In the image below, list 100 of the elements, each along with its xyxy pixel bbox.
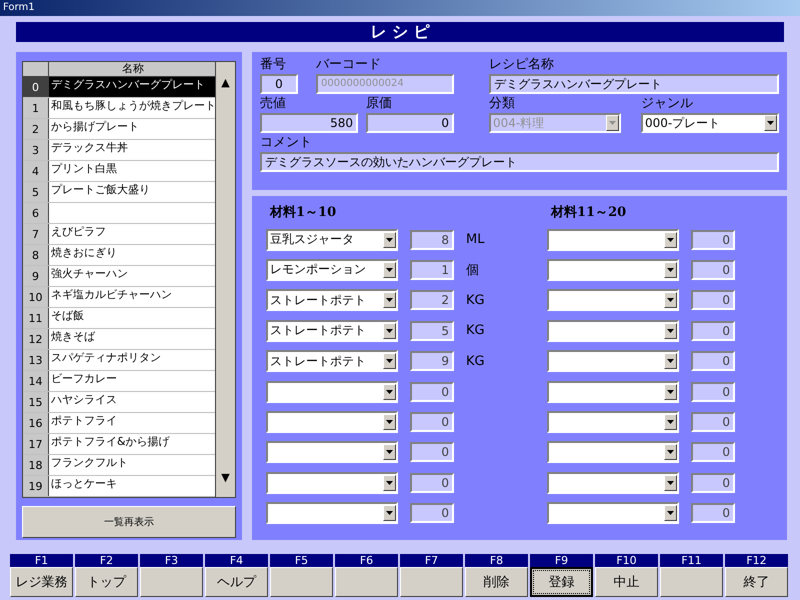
quantity-field[interactable]: 9 <box>410 351 454 372</box>
quantity-field[interactable]: 0 <box>691 351 735 372</box>
row-number: 13 <box>23 350 49 370</box>
row-name: デラックス牛丼 <box>50 140 129 156</box>
header-title: レ シ ピ <box>370 22 430 41</box>
unit-label: KG <box>466 323 486 338</box>
genre-dropdown[interactable]: 000-プレート <box>641 113 779 133</box>
list-row[interactable]: 18 フランクフルト <box>23 455 215 476</box>
material-dropdown[interactable]: ストレートポテト <box>266 289 398 312</box>
caret-icon <box>667 450 674 454</box>
list-row[interactable]: 17 ポテトフライ&から揚げ <box>23 434 215 455</box>
quantity-field[interactable]: 0 <box>410 382 454 402</box>
function-button[interactable]: トップ <box>75 567 138 597</box>
material-dropdown[interactable]: ストレートポテト <box>266 350 398 372</box>
comment-field[interactable]: デミグラスソースの効いたハンバーグプレート <box>260 152 779 172</box>
quantity-field[interactable]: 0 <box>410 412 454 432</box>
materials-heading: 材料1～10 <box>270 204 338 222</box>
material-dropdown[interactable] <box>547 228 679 251</box>
field-label: ジャンル <box>641 95 694 113</box>
price-field[interactable]: 580 <box>260 113 358 133</box>
list-row[interactable]: 16 ポテトフライ <box>23 413 215 434</box>
number-field[interactable]: 0 <box>260 74 298 94</box>
quantity-field[interactable]: 5 <box>410 320 454 341</box>
material-dropdown[interactable] <box>547 502 679 524</box>
list-row[interactable]: 6 <box>23 203 215 224</box>
row-number: 1 <box>23 98 49 118</box>
function-button[interactable]: レジ業務 <box>10 567 73 597</box>
list-row[interactable]: 3 デラックス牛丼 <box>23 140 215 161</box>
field-label: レシピ名称 <box>489 56 555 74</box>
cost-field[interactable]: 0 <box>366 113 454 133</box>
field-label: 分類 <box>489 95 516 113</box>
list-row[interactable]: 10 ネギ塩カルビチャーハン <box>23 287 215 308</box>
quantity-field[interactable]: 0 <box>410 472 454 493</box>
material-dropdown[interactable] <box>266 410 398 433</box>
quantity-field[interactable]: 0 <box>410 442 454 462</box>
material-dropdown[interactable] <box>547 410 679 433</box>
recipe-name-field[interactable]: デミグラスハンバーグプレート <box>489 74 779 94</box>
row-name: 強火チャーハン <box>50 266 129 282</box>
row-number: 10 <box>23 287 49 307</box>
quantity-field[interactable]: 2 <box>410 290 454 310</box>
unit-label: ML <box>466 232 486 248</box>
list-row[interactable]: 14 ビーフカレー <box>23 371 215 392</box>
list-row[interactable]: 7 えびピラフ <box>23 224 215 245</box>
material-dropdown[interactable] <box>547 441 679 464</box>
list-row[interactable]: 11 そば飯 <box>23 308 215 329</box>
function-button[interactable] <box>660 567 723 597</box>
caret-icon <box>386 359 393 364</box>
list-row[interactable]: 9 強火チャーハン <box>23 266 215 287</box>
quantity-field[interactable]: 0 <box>691 382 735 402</box>
function-button[interactable]: 終了 <box>725 567 788 597</box>
quantity-field[interactable]: 0 <box>691 230 735 250</box>
material-dropdown[interactable] <box>547 472 679 494</box>
function-button[interactable] <box>270 567 333 597</box>
function-button[interactable] <box>140 567 203 597</box>
quantity-field[interactable]: 0 <box>691 503 735 524</box>
material-dropdown[interactable] <box>547 320 679 342</box>
list-row[interactable]: 12 焼きそば <box>23 329 215 350</box>
quantity-field[interactable]: 0 <box>691 320 735 341</box>
quantity-field[interactable]: 8 <box>410 230 454 250</box>
quantity-field[interactable]: 0 <box>691 290 735 310</box>
material-dropdown[interactable] <box>266 502 398 524</box>
function-button[interactable]: 中止 <box>595 567 658 597</box>
list-row[interactable]: 13 スパゲティナポリタン <box>23 350 215 371</box>
material-dropdown[interactable]: レモンポーション <box>266 258 398 281</box>
quantity-field[interactable]: 0 <box>691 442 735 462</box>
field-label: コメント <box>260 134 313 152</box>
refresh-list-button[interactable]: 一覧再表示 <box>22 506 236 538</box>
quantity-field[interactable]: 1 <box>410 260 454 280</box>
scrollbar[interactable]: ▲ ▼ <box>215 62 235 497</box>
scroll-up-button[interactable]: ▲ <box>221 76 230 90</box>
material-dropdown[interactable] <box>547 350 679 372</box>
list-row[interactable]: 2 から揚げプレート <box>23 119 215 140</box>
quantity-field[interactable]: 0 <box>410 503 454 524</box>
function-button[interactable]: ヘルプ <box>205 567 268 597</box>
quantity-field[interactable]: 0 <box>691 472 735 493</box>
row-name: 焼きおにぎり <box>50 245 118 261</box>
material-dropdown[interactable] <box>266 380 398 403</box>
function-button[interactable] <box>335 567 398 597</box>
row-name: 焼きそば <box>50 329 96 345</box>
list-row[interactable]: 15 ハヤシライス <box>23 392 215 413</box>
list-row[interactable]: 5 プレートご飯大盛り <box>23 182 215 203</box>
quantity-field[interactable]: 0 <box>691 412 735 432</box>
scroll-down-button[interactable]: ▼ <box>221 471 230 485</box>
quantity-field[interactable]: 0 <box>691 260 735 280</box>
list-row[interactable]: 19 ほっとケーキ <box>23 476 215 497</box>
list-row[interactable]: 1 和風もち豚しょうが焼きプレート <box>23 98 215 119</box>
material-dropdown[interactable] <box>266 472 398 494</box>
material-dropdown[interactable] <box>547 258 679 281</box>
material-dropdown[interactable]: ストレートポテト <box>266 320 398 342</box>
list-row[interactable]: 8 焼きおにぎり <box>23 245 215 266</box>
function-button[interactable] <box>400 567 463 597</box>
material-dropdown[interactable] <box>547 380 679 403</box>
list-row[interactable]: 0 デミグラスハンバーグプレート <box>23 77 215 98</box>
material-dropdown[interactable] <box>266 441 398 464</box>
function-button[interactable]: 登録 <box>530 567 593 597</box>
function-button[interactable]: 削除 <box>465 567 528 597</box>
material-dropdown[interactable]: 豆乳スジャータ <box>266 228 398 251</box>
list-row[interactable]: 4 プリント白黒 <box>23 161 215 182</box>
material-dropdown[interactable] <box>547 289 679 312</box>
caret-icon <box>386 450 393 454</box>
